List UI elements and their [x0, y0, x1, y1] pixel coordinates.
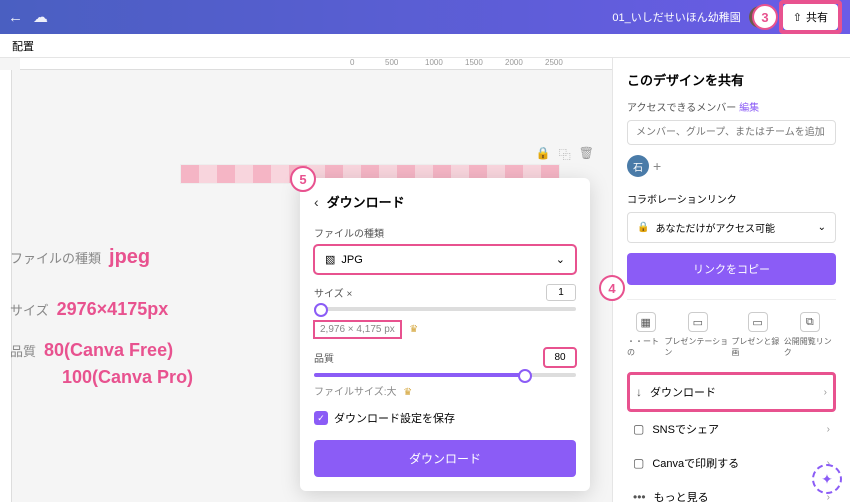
tab-layout[interactable]: 配置: [12, 38, 34, 54]
canvas-toolbar: 🔒 ⿻ 🗑: [536, 146, 594, 163]
dimensions-text: 2,976 × 4,175 px: [314, 321, 401, 338]
crown-icon: ♛: [409, 324, 418, 335]
top-bar: ← ☁ 01_いしだせいほん幼稚園 石 ⇧ 共有: [0, 0, 850, 34]
share-menu-sns[interactable]: ▢SNSでシェア›: [627, 412, 836, 446]
size-multiplier-input[interactable]: [546, 284, 576, 301]
chevron-right-icon: ›: [824, 387, 827, 398]
tab-bar: 配置: [0, 34, 850, 58]
save-settings-checkbox[interactable]: ✓ ダウンロード設定を保存: [314, 410, 576, 426]
size-label: サイズ ×: [314, 285, 352, 300]
lock-icon[interactable]: 🔒: [536, 146, 551, 163]
quality-label: 品質: [314, 350, 334, 365]
share-panel-title: このデザインを共有: [627, 70, 836, 89]
share-menu-print[interactable]: ▢Canvaで印刷する›: [627, 446, 836, 480]
share-menu-more[interactable]: •••もっと見る›: [627, 480, 836, 502]
file-type-label: ファイルの種類: [314, 225, 576, 240]
back-icon[interactable]: ←: [8, 9, 23, 26]
menu-icon: ▢: [633, 422, 644, 436]
annotation-badge-5: 5: [290, 166, 316, 192]
share-option-record[interactable]: ▭プレゼンと録画: [731, 312, 783, 358]
checkbox-checked-icon: ✓: [314, 411, 328, 425]
size-slider[interactable]: [314, 307, 576, 311]
share-icon: ⇧: [793, 11, 802, 24]
canvas-area: 0 500 1000 1500 2000 2500 🔒 ⿻ 🗑 ファイルの種類 …: [0, 58, 612, 502]
quality-input[interactable]: [544, 348, 576, 367]
copy-link-button[interactable]: リンクをコピー: [627, 253, 836, 285]
crown-icon: ♛: [403, 387, 412, 398]
chevron-down-icon: ⌄: [556, 253, 565, 266]
link-icon: ⧉: [800, 312, 820, 332]
share-menu-download[interactable]: ↓ダウンロード›: [627, 372, 836, 412]
ruler-horizontal: 0 500 1000 1500 2000 2500: [20, 58, 612, 70]
collab-access-select[interactable]: 🔒 あなただけがアクセス可能 ⌄: [627, 212, 836, 243]
chevron-right-icon: ›: [827, 424, 830, 435]
share-option-public[interactable]: ⧉公開閲覧リンク: [784, 312, 836, 358]
menu-icon: •••: [633, 490, 646, 502]
present-icon: ▭: [688, 312, 708, 332]
tutorial-annotations: ファイルの種類 jpeg サイズ 2976×4175px 品質 80(Canva…: [10, 246, 193, 408]
record-icon: ▭: [748, 312, 768, 332]
annotation-badge-3: 3: [752, 4, 778, 30]
help-button[interactable]: ✦: [812, 464, 842, 494]
copy-icon[interactable]: ⿻: [559, 146, 571, 163]
annotation-badge-4: 4: [599, 275, 625, 301]
share-panel: このデザインを共有 アクセスできるメンバー 編集 石 + コラボレーションリンク…: [612, 58, 850, 502]
download-button[interactable]: ダウンロード: [314, 440, 576, 477]
download-title: ダウンロード: [327, 192, 405, 211]
download-panel: ‹ ダウンロード ファイルの種類 ▧ JPG ⌄ サイズ × 2,976 × 4…: [300, 178, 590, 491]
add-members-input[interactable]: [627, 120, 836, 145]
menu-icon: ▢: [633, 456, 644, 470]
cloud-icon[interactable]: ☁: [33, 8, 48, 26]
image-icon: ▧: [325, 253, 335, 266]
document-title: 01_いしだせいほん幼稚園: [612, 9, 740, 25]
share-option-template[interactable]: ▦・・ートの: [627, 312, 664, 358]
lock-icon: 🔒: [637, 222, 649, 233]
chevron-down-icon: ⌄: [818, 222, 826, 233]
trash-icon[interactable]: 🗑: [579, 146, 594, 163]
member-avatar[interactable]: 石: [627, 155, 649, 177]
add-member-icon[interactable]: +: [653, 158, 661, 174]
menu-icon: ↓: [636, 385, 642, 399]
back-chevron-icon[interactable]: ‹: [314, 194, 319, 210]
share-option-present[interactable]: ▭プレゼンテーション: [664, 312, 731, 358]
edit-link[interactable]: 編集: [739, 103, 759, 114]
share-icon-row: ▦・・ートの ▭プレゼンテーション ▭プレゼンと録画 ⧉公開閲覧リンク: [627, 299, 836, 358]
members-label: アクセスできるメンバー: [627, 103, 736, 114]
collab-label: コラボレーションリンク: [627, 191, 836, 206]
filesize-text: ファイルサイズ:大: [314, 387, 396, 398]
sparkle-icon: ✦: [821, 471, 833, 488]
share-button[interactable]: ⇧ 共有: [783, 4, 838, 30]
grid-icon: ▦: [636, 312, 656, 332]
file-type-select[interactable]: ▧ JPG ⌄: [314, 245, 576, 274]
quality-slider[interactable]: [314, 373, 576, 377]
